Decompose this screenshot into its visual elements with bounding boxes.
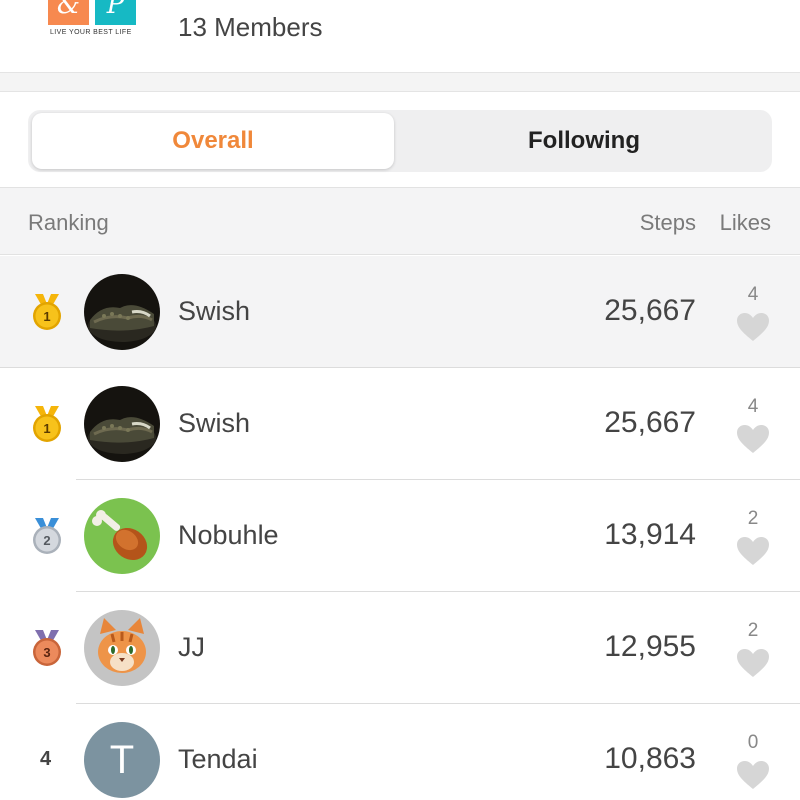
cat-avatar[interactable]	[84, 610, 160, 686]
tab-overall[interactable]: Overall	[32, 113, 394, 169]
section-separator	[0, 72, 800, 92]
likes-count: 2	[747, 620, 759, 641]
leaderboard-segmented-control: Overall Following	[28, 110, 772, 172]
sneakers-avatar[interactable]	[84, 274, 160, 350]
leaderboard-row[interactable]: 1 Swish 25,667 4	[0, 368, 800, 480]
member-name: Nobuhle	[178, 520, 279, 550]
likes-count: 2	[747, 508, 759, 529]
svg-text:1: 1	[43, 421, 50, 436]
likes-count: 4	[747, 396, 759, 417]
heart-icon[interactable]	[736, 312, 770, 342]
member-name: JJ	[178, 632, 205, 662]
step-count: 13,914	[604, 518, 696, 551]
leaderboard-row[interactable]: 2 Nobuhle 13,914 2	[0, 480, 800, 592]
steps-column-label: Steps	[639, 210, 696, 235]
sneakers-avatar[interactable]	[84, 386, 160, 462]
logo-right-glyph: P	[106, 0, 125, 20]
leaderboard-column-header: Ranking Steps Likes	[0, 187, 800, 255]
group-header: & P LIVE YOUR BEST LIFE 13 Members	[0, 0, 800, 72]
svg-text:2: 2	[43, 533, 50, 548]
tab-following[interactable]: Following	[400, 113, 768, 169]
bronze-medal-icon: 3	[30, 628, 64, 668]
silver-medal-icon: 2	[30, 516, 64, 556]
svg-text:1: 1	[43, 309, 50, 324]
member-name: Swish	[178, 296, 251, 326]
gold-medal-icon: 1	[30, 404, 64, 444]
likes-column-label: Likes	[719, 210, 771, 235]
leaderboard-row[interactable]: 3 JJ 12,955 2	[0, 592, 800, 704]
rank-number: 4	[40, 748, 52, 770]
app-logo: & P LIVE YOUR BEST LIFE	[48, 0, 138, 40]
likes-count: 4	[747, 284, 759, 305]
initial-avatar[interactable]: T	[84, 722, 160, 798]
logo-left-glyph: &	[56, 0, 81, 20]
leaderboard-row[interactable]: 4 T Tendai 10,863 0	[0, 704, 800, 800]
heart-icon[interactable]	[736, 760, 770, 790]
step-count: 10,863	[604, 742, 696, 775]
member-name: Tendai	[178, 744, 258, 774]
heart-icon[interactable]	[736, 536, 770, 566]
heart-icon[interactable]	[736, 648, 770, 678]
step-count: 25,667	[604, 294, 696, 327]
step-count: 25,667	[604, 406, 696, 439]
logo-tagline: LIVE YOUR BEST LIFE	[50, 29, 132, 36]
members-count[interactable]: 13 Members	[178, 12, 323, 43]
drumstick-avatar[interactable]	[84, 498, 160, 574]
gold-medal-icon: 1	[30, 292, 64, 332]
member-name: Swish	[178, 408, 251, 438]
step-count: 12,955	[604, 630, 696, 663]
svg-text:3: 3	[43, 645, 50, 660]
logo-right-block: P	[95, 0, 136, 25]
logo-left-block: &	[48, 0, 89, 25]
heart-icon[interactable]	[736, 424, 770, 454]
ranking-column-label: Ranking	[28, 210, 109, 235]
current-user-row[interactable]: 1 Swish 25,667 4	[0, 256, 800, 368]
likes-count: 0	[747, 732, 759, 753]
